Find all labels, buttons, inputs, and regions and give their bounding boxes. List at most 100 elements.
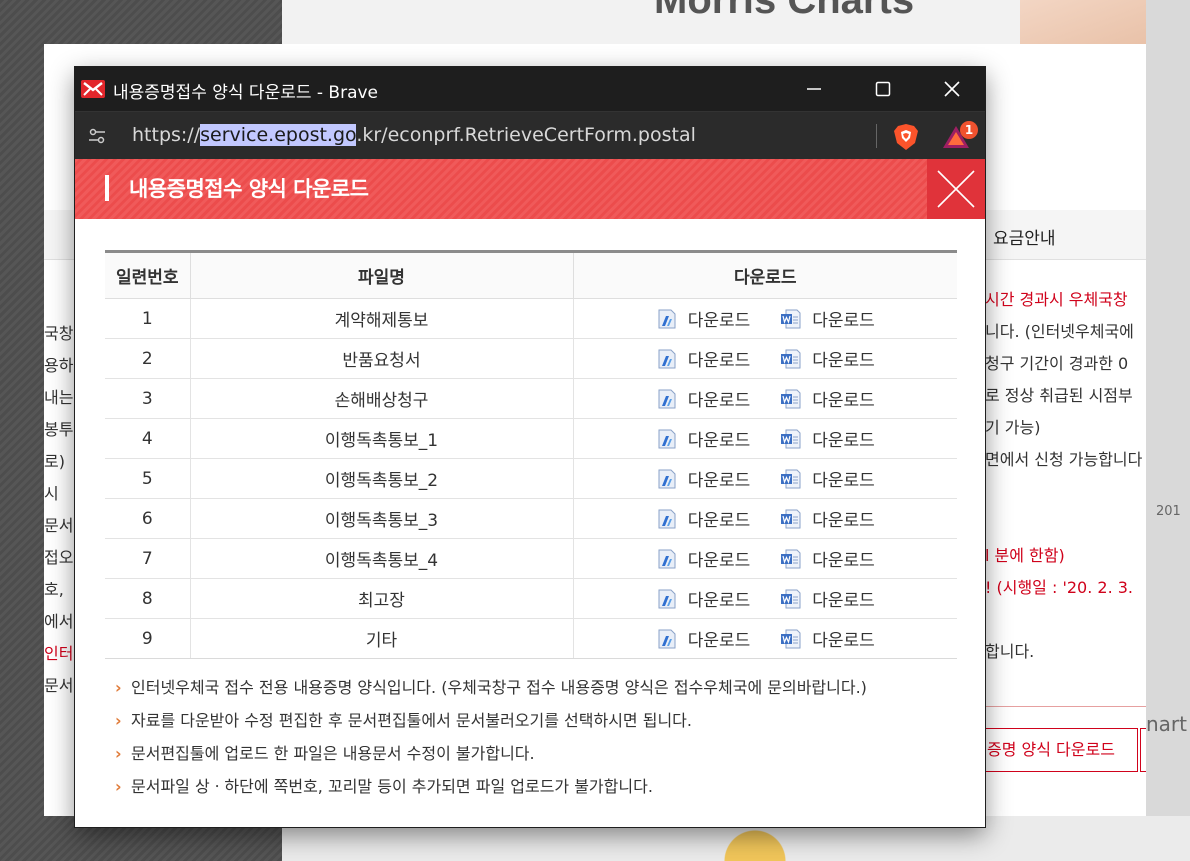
row-download-cell: 다운로드 다운로드 <box>572 418 957 459</box>
maximize-button[interactable] <box>850 67 916 111</box>
download-hwp-label: 다운로드 <box>687 311 751 331</box>
download-hwp-link[interactable]: 다운로드 <box>656 306 751 331</box>
background-right-line: 청구 기간이 경과한 0 <box>985 354 1129 373</box>
background-tab-fee-info[interactable]: 요금안내 <box>993 224 1056 249</box>
background-left-line: 호, <box>44 580 64 599</box>
row-file-name: 반품요청서 <box>189 338 573 379</box>
background-left-line: 내는 <box>44 388 74 407</box>
window-titlebar[interactable]: 내용증명접수 양식 다운로드 - Brave <box>75 67 985 111</box>
download-hwp-link[interactable]: 다운로드 <box>656 586 751 611</box>
row-download-cell: 다운로드 다운로드 <box>572 298 957 339</box>
window-close-button[interactable] <box>919 67 985 111</box>
background-left-line: 문서 <box>44 516 74 535</box>
background-next-button[interactable] <box>1140 728 1146 772</box>
download-hwp-label: 다운로드 <box>687 351 751 371</box>
background-side-text: nart <box>1146 712 1187 736</box>
table-row: 5 이행독촉통보_2 다운로드 다운로드 <box>105 458 957 499</box>
rewards-badge: 1 <box>960 121 978 139</box>
download-word-link[interactable]: 다운로드 <box>780 306 875 331</box>
minimize-button[interactable] <box>781 67 847 111</box>
download-hwp-label: 다운로드 <box>687 511 751 531</box>
brave-shield-icon[interactable] <box>893 123 919 151</box>
hwp-file-icon <box>656 308 678 330</box>
hwp-file-icon <box>656 508 678 530</box>
table-row: 2 반품요청서 다운로드 다운로드 <box>105 338 957 379</box>
tune-icon[interactable] <box>87 126 107 146</box>
download-hwp-link[interactable]: 다운로드 <box>656 506 751 531</box>
popup-title: 내용증명접수 양식 다운로드 <box>129 177 369 201</box>
word-file-icon <box>780 468 802 490</box>
hwp-file-icon <box>656 548 678 570</box>
header-serial-no: 일련번호 <box>105 251 190 299</box>
download-word-link[interactable]: 다운로드 <box>780 626 875 651</box>
header-accent-bar <box>105 175 109 201</box>
background-right-line: 면에서 신청 가능합니다 <box>985 450 1143 469</box>
background-right-line: 기 가능) <box>985 418 1041 437</box>
background-right-line: 로 정상 취급된 시점부 <box>985 386 1133 405</box>
background-divider <box>985 706 1146 707</box>
background-right-line: 시간 경과시 우체국창 <box>985 290 1128 309</box>
download-word-link[interactable]: 다운로드 <box>780 346 875 371</box>
download-word-label: 다운로드 <box>812 471 875 491</box>
background-left-line: 봉투 <box>44 420 74 439</box>
table-row: 9 기타 다운로드 다운로드 <box>105 618 957 659</box>
popup-close-button[interactable] <box>927 159 985 219</box>
row-download-cell: 다운로드 다운로드 <box>572 338 957 379</box>
note-item: 자료를 다운받아 수정 편집한 후 문서편집툴에서 문서불러오기를 선택하시면 … <box>115 704 957 737</box>
note-item: 문서파일 상ㆍ하단에 쪽번호, 꼬리말 등이 추가되면 파일 업로드가 불가합니… <box>115 770 957 803</box>
table-header-row: 일련번호 파일명 다운로드 <box>105 251 957 299</box>
background-left-line: 시 <box>44 484 59 503</box>
background-left-line: 용하 <box>44 356 74 375</box>
download-hwp-label: 다운로드 <box>687 471 751 491</box>
background-left-line: 문서 <box>44 676 74 695</box>
row-serial-no: 6 <box>105 498 190 539</box>
word-file-icon <box>780 548 802 570</box>
word-file-icon <box>780 588 802 610</box>
row-download-cell: 다운로드 다운로드 <box>572 578 957 619</box>
window-title: 내용증명접수 양식 다운로드 - Brave <box>113 83 379 103</box>
url-field[interactable]: https://service.epost.go.kr/econprf.Retr… <box>132 124 696 146</box>
download-word-link[interactable]: 다운로드 <box>780 466 875 491</box>
background-left-line: 인터 <box>44 644 74 663</box>
background-year-label: 201 <box>1156 504 1181 519</box>
row-file-name: 이행독촉통보_1 <box>189 418 573 459</box>
download-word-link[interactable]: 다운로드 <box>780 386 875 411</box>
download-hwp-link[interactable]: 다운로드 <box>656 626 751 651</box>
download-hwp-link[interactable]: 다운로드 <box>656 546 750 571</box>
background-right-line: 합니다. <box>985 642 1035 661</box>
download-hwp-label: 다운로드 <box>687 591 751 611</box>
popup-content: 일련번호 파일명 다운로드 1 계약해제통보 다운로드 다운로드 2 반품요청서… <box>105 250 957 803</box>
url-prefix: https:// <box>132 124 201 146</box>
row-serial-no: 4 <box>105 418 190 459</box>
download-word-label: 다운로드 <box>812 551 875 571</box>
row-serial-no: 3 <box>105 378 190 419</box>
row-serial-no: 1 <box>105 298 190 339</box>
download-hwp-link[interactable]: 다운로드 <box>656 466 751 491</box>
download-hwp-link[interactable]: 다운로드 <box>656 386 750 411</box>
hwp-file-icon <box>656 588 678 610</box>
download-hwp-link[interactable]: 다운로드 <box>656 346 751 371</box>
header-download: 다운로드 <box>572 251 957 299</box>
notes-list: 인터넷우체국 접수 전용 내용증명 양식입니다. (우체국창구 접수 내용증명 … <box>105 671 957 803</box>
background-right-line: l 분에 한함) <box>985 546 1065 565</box>
background-left-line: 국창 <box>44 324 74 343</box>
download-word-link[interactable]: 다운로드 <box>780 426 875 451</box>
download-word-label: 다운로드 <box>812 511 875 531</box>
row-file-name: 손해배상청구 <box>189 378 573 419</box>
download-word-link[interactable]: 다운로드 <box>780 506 875 531</box>
background-form-download-button[interactable]: 증명 양식 다운로드 <box>968 728 1138 772</box>
table-row: 4 이행독촉통보_1 다운로드 다운로드 <box>105 418 957 459</box>
word-file-icon <box>780 508 802 530</box>
background-right-line <box>985 476 1146 508</box>
download-word-link[interactable]: 다운로드 <box>780 586 875 611</box>
download-word-label: 다운로드 <box>812 591 875 611</box>
word-file-icon <box>780 388 802 410</box>
hwp-file-icon <box>656 388 678 410</box>
download-hwp-link[interactable]: 다운로드 <box>656 426 750 451</box>
row-download-cell: 다운로드 다운로드 <box>572 618 957 659</box>
download-word-link[interactable]: 다운로드 <box>780 546 875 571</box>
row-download-cell: 다운로드 다운로드 <box>572 498 957 539</box>
epost-logo-icon <box>81 78 105 100</box>
table-row: 8 최고장 다운로드 다운로드 <box>105 578 957 619</box>
download-hwp-label: 다운로드 <box>687 631 751 651</box>
